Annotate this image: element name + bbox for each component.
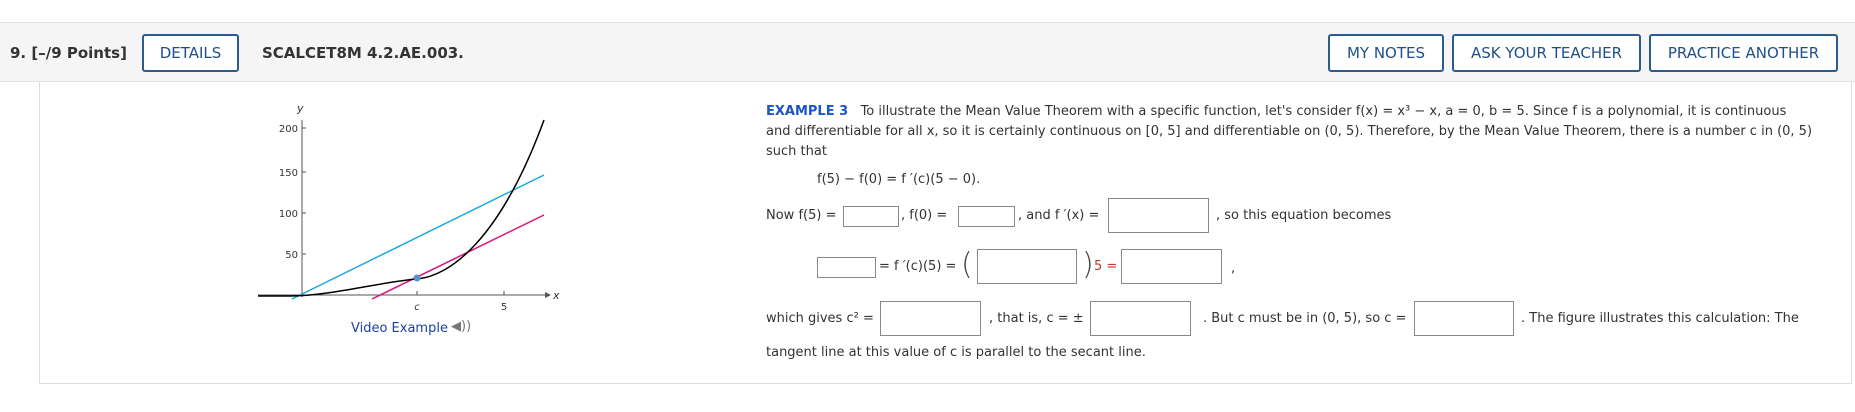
x-tick-c: c (414, 302, 420, 313)
mvt-figure: y x 200 150 100 50 c 5 (258, 102, 560, 313)
tangent-point (413, 274, 421, 282)
f0-label: , f(0) = (901, 208, 948, 223)
fprime-input[interactable] (1108, 198, 1209, 233)
c-squared-input[interactable] (880, 301, 981, 336)
close-paren: ) (1082, 247, 1094, 282)
rhs-input[interactable] (1121, 249, 1222, 284)
details-button[interactable]: DETAILS (142, 34, 239, 72)
y-ticks (302, 127, 505, 295)
but-c-label: . But c must be in (0, 5), so c = (1203, 311, 1407, 326)
c-input[interactable] (1414, 301, 1514, 336)
example-label: EXAMPLE 3 (766, 104, 849, 119)
y-tick-100: 100 (279, 209, 298, 220)
fprime-label: , and f ′(x) = (1018, 208, 1100, 223)
question-number: 9. [–/9 Points] (10, 44, 127, 62)
that-is-label: , that is, c = ± (989, 311, 1084, 326)
last-line: tangent line at this value of c is paral… (766, 345, 1146, 360)
c-plusminus-input[interactable] (1090, 301, 1191, 336)
ask-your-teacher-button[interactable]: ASK YOUR TEACHER (1452, 34, 1641, 72)
example-line-1: EXAMPLE 3 To illustrate the Mean Value T… (766, 104, 1787, 119)
f0-input[interactable] (958, 206, 1015, 227)
lhs-input[interactable] (817, 257, 876, 278)
y-axis-label: y (296, 102, 304, 115)
so-equation-becomes-label: , so this equation becomes (1216, 208, 1392, 223)
my-notes-button[interactable]: MY NOTES (1328, 34, 1444, 72)
y-tick-200: 200 (279, 124, 298, 135)
practice-another-button[interactable]: PRACTICE ANOTHER (1649, 34, 1838, 72)
tangent-line (371, 214, 545, 300)
example-line-3: such that (766, 144, 827, 159)
which-gives-label: which gives c² = (766, 311, 874, 326)
fprime-c-label: = f ′(c)(5) = (879, 259, 957, 274)
video-example-link[interactable]: Video Example (351, 321, 448, 336)
x-axis-arrow (545, 292, 551, 298)
example-line-2: and differentiable for all x, so it is c… (766, 124, 1813, 139)
x-axis-label: x (552, 289, 560, 302)
now-f5-label: Now f(5) = (766, 208, 837, 223)
f5-input[interactable] (843, 206, 899, 227)
y-tick-150: 150 (279, 168, 298, 179)
cubic-curve (258, 119, 545, 297)
question-code: SCALCET8M 4.2.AE.003. (262, 44, 464, 62)
y-tick-50: 50 (285, 250, 298, 261)
eq2-comma: , (1231, 261, 1236, 276)
paren-input[interactable] (977, 249, 1077, 284)
question-header: 9. [–/9 Points] DETAILS SCALCET8M 4.2.AE… (0, 22, 1855, 82)
speaker-icon[interactable]: ◀)) (451, 319, 471, 334)
times-five-label: 5 = (1094, 259, 1118, 274)
open-paren: ( (961, 247, 973, 282)
points-label: [–/9 Points] (31, 44, 127, 62)
figure-illustrates-label: . The figure illustrates this calculatio… (1521, 311, 1799, 326)
x-tick-5: 5 (501, 302, 507, 313)
mvt-equation: f(5) − f(0) = f ′(c)(5 − 0). (817, 172, 981, 187)
